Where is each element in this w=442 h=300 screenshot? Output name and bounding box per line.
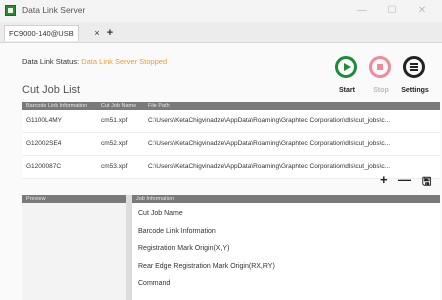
table-header: Barcode Link Information Cut Job Name Fi… — [22, 102, 440, 110]
minimize-button[interactable]: — — [348, 3, 376, 19]
job-information-header: Job Information — [132, 195, 440, 203]
window-title: Data Link Server — [22, 5, 86, 15]
remove-job-button[interactable]: — — [398, 172, 411, 187]
column-header-job-name[interactable]: Cut Job Name — [101, 102, 136, 110]
add-tab-button[interactable]: + — [102, 25, 118, 41]
settings-label: Settings — [401, 87, 429, 94]
column-header-barcode[interactable]: Barcode Link Information — [26, 102, 87, 110]
app-window: Data Link Server — ☐ ✕ FC9000-140@USB × … — [0, 0, 442, 300]
table-row[interactable]: G1100L4MY cm51.xpf C:\Users\KetaChigvina… — [22, 110, 440, 133]
save-icon[interactable]: 🖫 — [422, 173, 431, 192]
stop-circle-icon — [369, 56, 391, 78]
cell-barcode: G1200087C — [26, 163, 62, 170]
info-item-registration-mark-origin: Registration Mark Origin(X,Y) — [138, 245, 230, 252]
status-label: Data Link Status: — [22, 57, 80, 66]
table-row[interactable]: G12002SE4 cm52.xpf C:\Users\KetaChigvina… — [22, 133, 440, 156]
cell-file-path: C:\Users\KetaChigvinadze\AppData\Roaming… — [148, 140, 391, 147]
maximize-button[interactable]: ☐ — [378, 3, 406, 19]
start-button[interactable]: Start — [330, 56, 364, 100]
cell-job-name: cm52.xpf — [101, 140, 128, 147]
cell-file-path: C:\Users\KetaChigvinadze\AppData\Roaming… — [148, 163, 391, 170]
preview-panel: Preview — [22, 195, 126, 300]
cut-job-list-title: Cut Job List — [22, 84, 81, 96]
stop-label: Stop — [373, 87, 389, 94]
cell-job-name: cm51.xpf — [101, 117, 128, 124]
add-job-button[interactable]: + — [380, 172, 388, 187]
info-item-barcode-link: Barcode Link Information — [138, 227, 216, 235]
menu-circle-icon — [403, 56, 425, 78]
data-link-status: Data Link Status: Data Link Server Stopp… — [22, 57, 167, 66]
tab-bar: FC9000-140@USB × + — [0, 22, 442, 43]
stop-button[interactable]: Stop — [364, 56, 398, 100]
tab-label: FC9000-140@USB — [9, 29, 74, 38]
info-item-cut-job-name: Cut Job Name — [138, 210, 183, 217]
cell-barcode: G1100L4MY — [26, 117, 63, 124]
settings-button[interactable]: Settings — [398, 56, 432, 100]
preview-header: Preview — [22, 195, 126, 203]
table-row[interactable]: G1200087C cm53.xpf C:\Users\KetaChigvina… — [22, 156, 440, 179]
cell-job-name: cm53.xpf — [101, 163, 128, 170]
tab-device[interactable]: FC9000-140@USB — [4, 25, 79, 41]
detail-panels: Preview Job Information Cut Job Name Bar… — [22, 195, 440, 300]
job-information-panel: Job Information Cut Job Name Barcode Lin… — [132, 195, 440, 300]
start-label: Start — [339, 87, 355, 94]
status-value: Data Link Server Stopped — [81, 57, 168, 66]
job-information-list: Cut Job Name Barcode Link Information Re… — [138, 210, 275, 298]
info-item-rear-edge-origin: Rear Edge Registration Mark Origin(RX,RY… — [138, 262, 275, 270]
app-logo-icon — [5, 5, 16, 16]
play-circle-icon — [335, 56, 357, 78]
cut-job-table: Barcode Link Information Cut Job Name Fi… — [22, 102, 440, 179]
column-header-file-path[interactable]: File Path — [148, 102, 170, 110]
title-bar: Data Link Server — ☐ ✕ — [0, 0, 442, 22]
cell-file-path: C:\Users\KetaChigvinadze\AppData\Roaming… — [148, 117, 391, 124]
info-item-command: Command — [138, 280, 171, 287]
close-window-button[interactable]: ✕ — [408, 3, 436, 19]
cell-barcode: G12002SE4 — [26, 140, 62, 147]
